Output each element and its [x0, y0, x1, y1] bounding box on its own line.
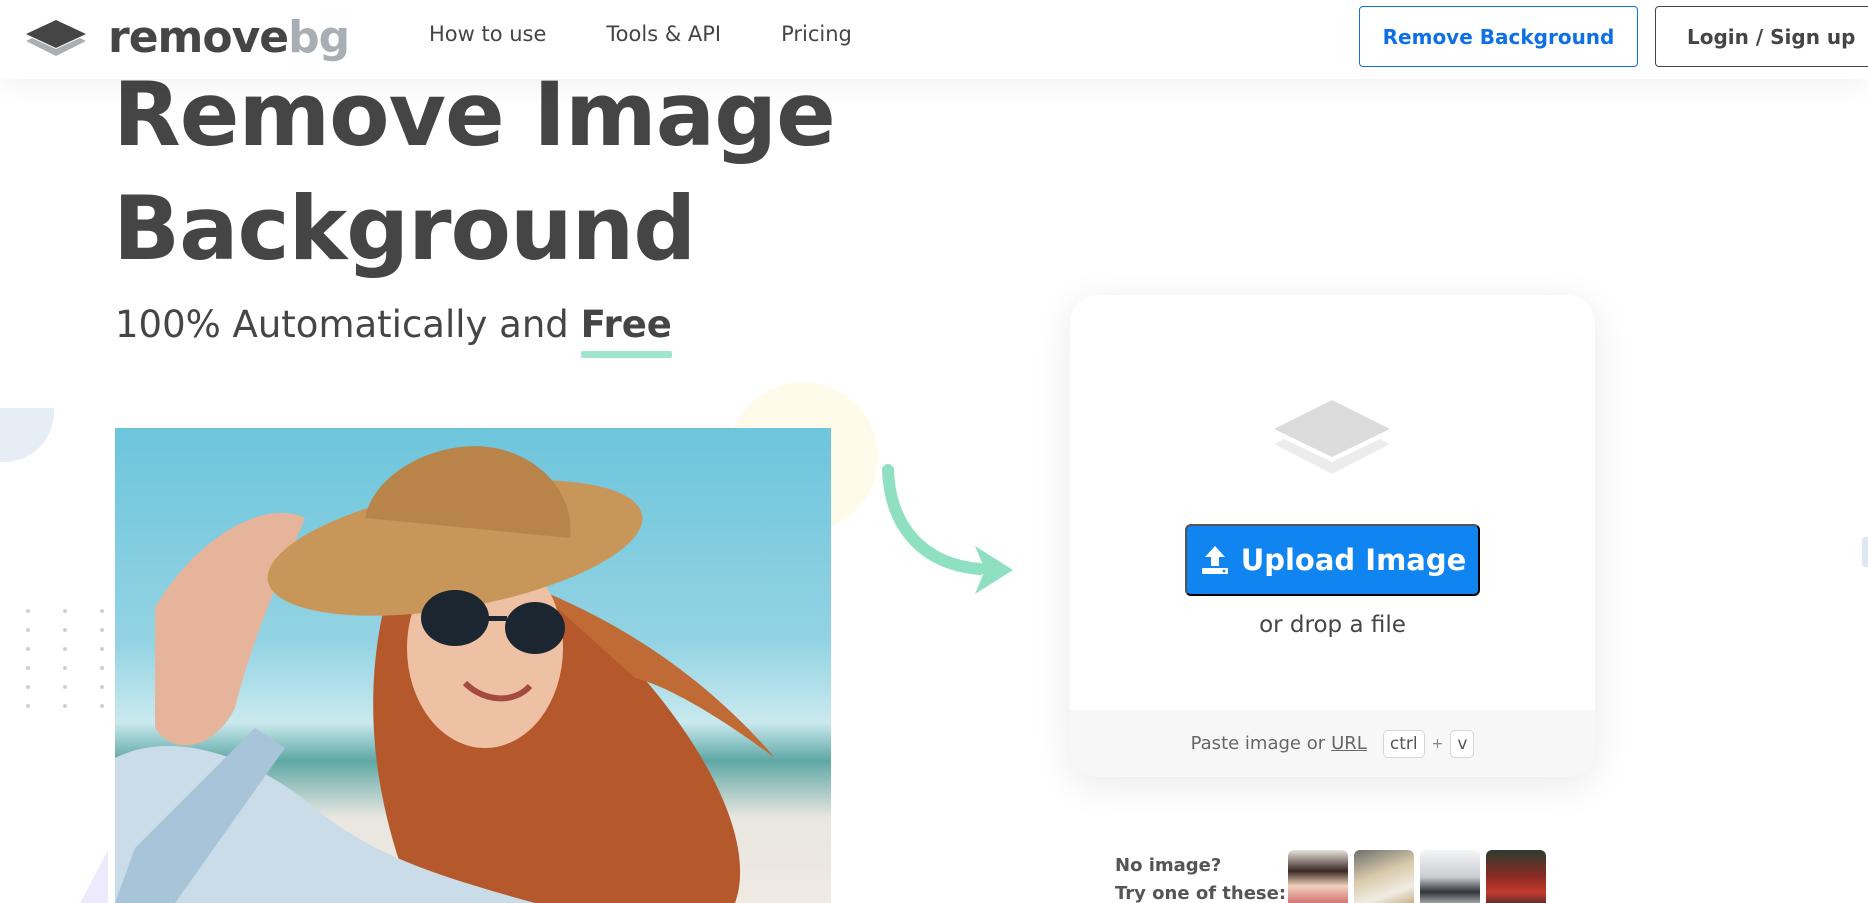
- paste-text: Paste image or: [1190, 733, 1326, 754]
- sample-thumb-woman[interactable]: [1288, 850, 1348, 903]
- sample-thumb-laptop[interactable]: [1420, 850, 1480, 903]
- logo[interactable]: removebg: [22, 14, 350, 62]
- logo-text-remove: remove: [108, 12, 289, 63]
- sample-line-2: Try one of these:: [1115, 883, 1287, 903]
- nav-tools-api[interactable]: Tools & API: [606, 22, 721, 46]
- key-plus: +: [1431, 735, 1444, 752]
- upload-image-button[interactable]: Upload Image: [1185, 524, 1480, 596]
- title-line-2: Background: [113, 177, 696, 280]
- site-header: removebg How to use Tools & API Pricing …: [0, 0, 1868, 79]
- sample-line-1: No image?: [1115, 855, 1222, 876]
- sample-images-label: No image? Try one of these:: [1115, 852, 1286, 903]
- upload-icon: [1201, 546, 1228, 574]
- subtitle-free: Free: [580, 303, 673, 358]
- login-signup-button[interactable]: Login / Sign up: [1655, 6, 1868, 67]
- layers-placeholder-icon: [1274, 400, 1390, 474]
- key-ctrl: ctrl: [1382, 729, 1425, 758]
- decorative-triangle: [80, 850, 108, 903]
- layers-logo-icon: [26, 20, 86, 56]
- upload-button-label: Upload Image: [1240, 543, 1467, 577]
- woman-with-hat-image: [115, 446, 775, 903]
- decorative-blob: [0, 408, 54, 462]
- nav-pricing[interactable]: Pricing: [781, 22, 852, 46]
- paste-url-link[interactable]: URL: [1331, 733, 1367, 754]
- curved-arrow-icon: [882, 464, 1013, 594]
- sample-thumbnails: [1288, 850, 1546, 903]
- drop-file-text: or drop a file: [1259, 612, 1406, 638]
- subtitle-text: 100% Automatically and: [115, 303, 581, 346]
- paste-bar: Paste image or URL ctrl + v: [1070, 710, 1595, 777]
- page-subtitle: 100% Automatically and Free: [115, 303, 673, 358]
- main-nav: How to use Tools & API Pricing: [429, 22, 912, 46]
- remove-background-button[interactable]: Remove Background: [1359, 6, 1638, 67]
- logo-wordmark: removebg: [108, 16, 350, 60]
- upload-card[interactable]: Upload Image or drop a file Paste image …: [1070, 295, 1595, 777]
- key-v: v: [1450, 729, 1475, 758]
- sample-thumb-car[interactable]: [1486, 850, 1546, 903]
- page-title: Remove Image Background: [113, 58, 873, 286]
- sample-thumb-dog[interactable]: [1354, 850, 1414, 903]
- nav-how-to-use[interactable]: How to use: [429, 22, 546, 46]
- hero-example-photo: [115, 428, 831, 903]
- logo-text-bg: bg: [288, 12, 350, 63]
- decorative-edge-tab: [1862, 537, 1868, 567]
